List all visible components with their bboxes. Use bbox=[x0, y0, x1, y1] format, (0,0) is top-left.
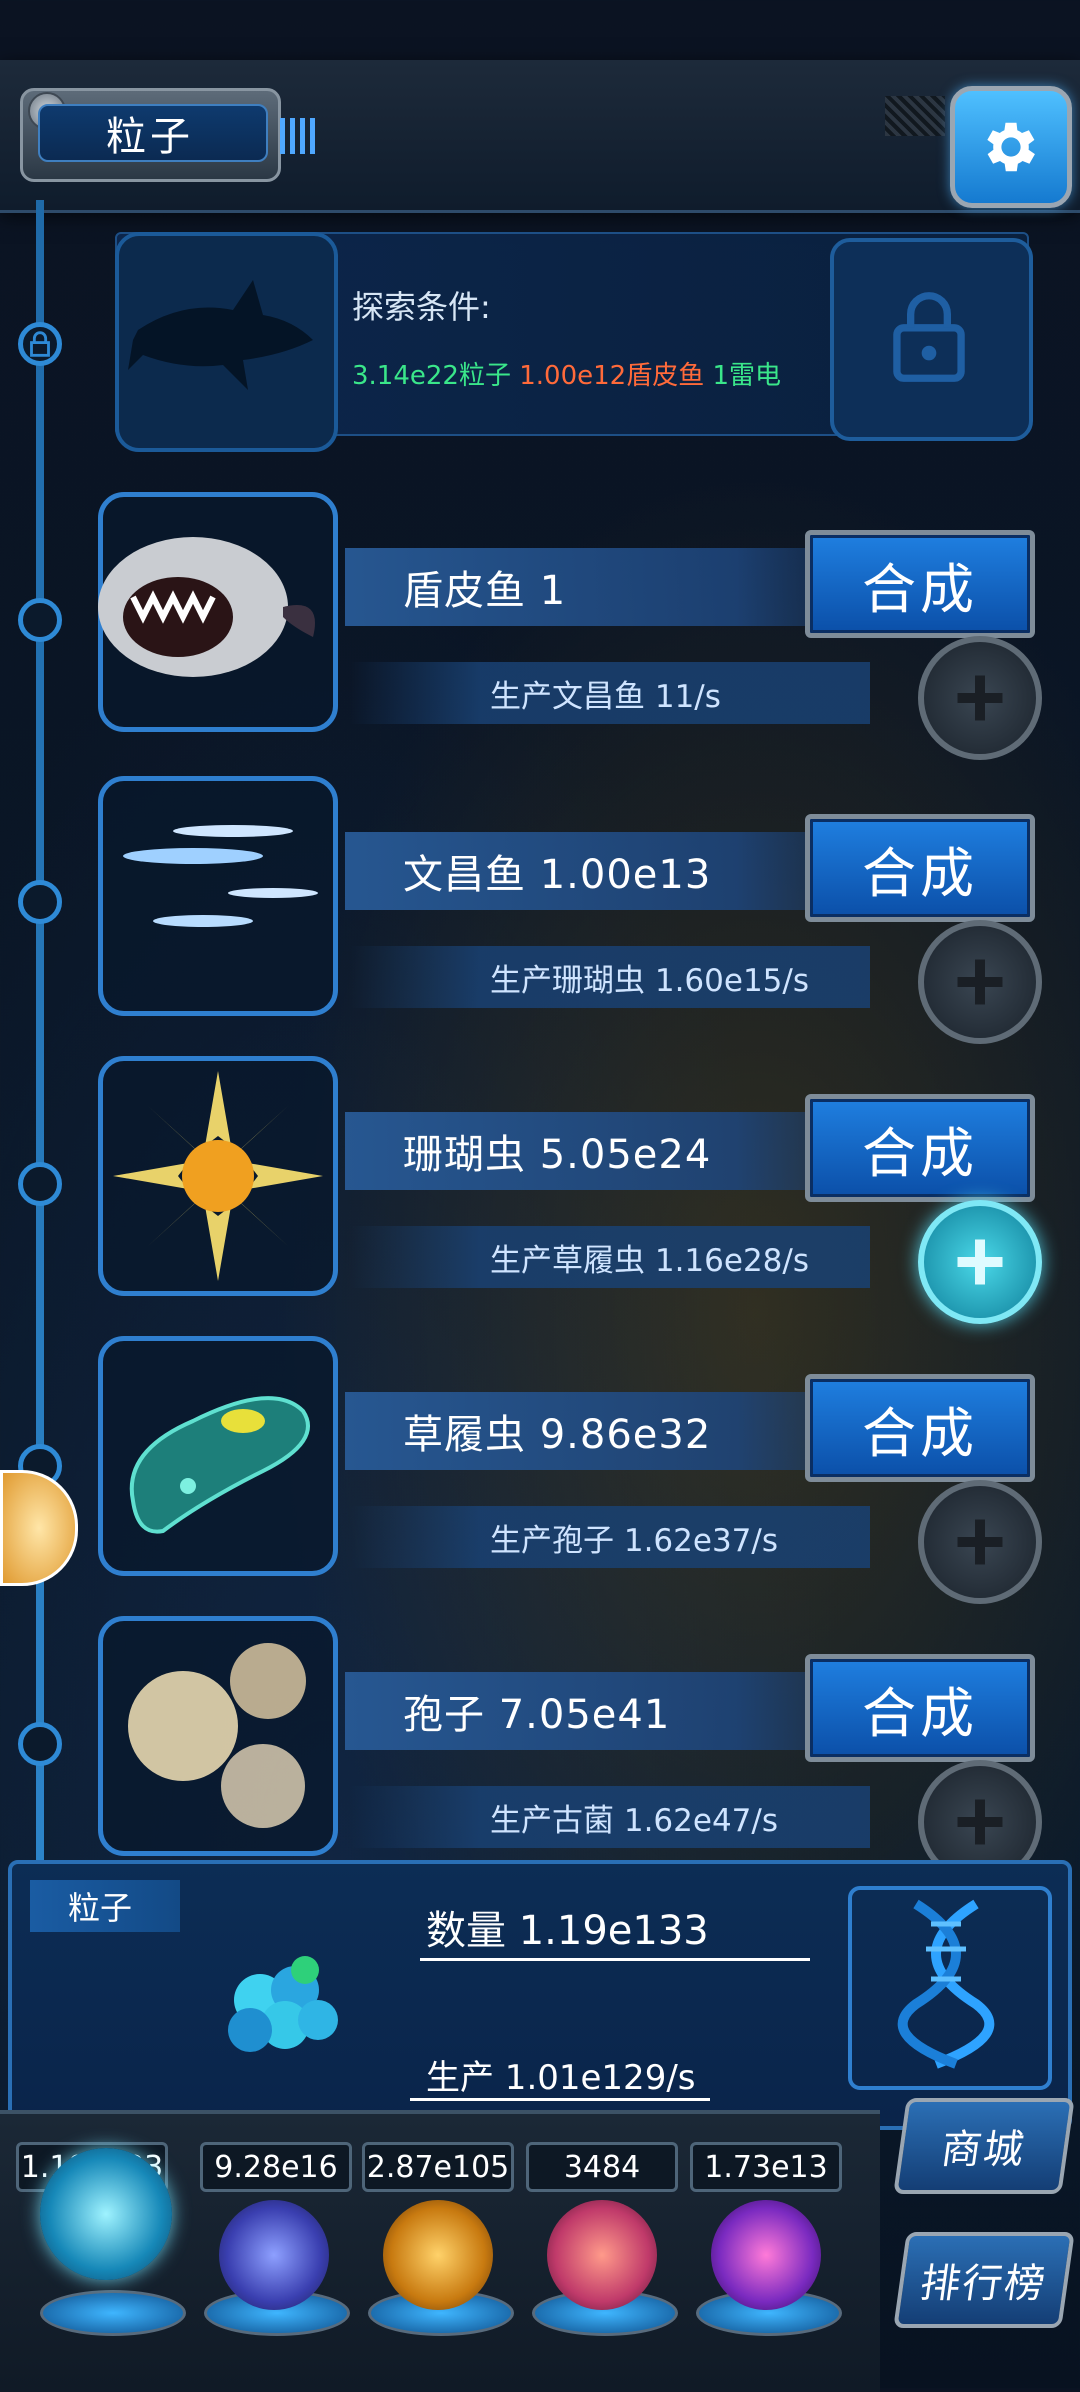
ranking-button[interactable]: 排行榜 bbox=[893, 2232, 1075, 2328]
synthesize-button-paramecium[interactable]: 合成 bbox=[805, 1374, 1035, 1482]
currency-vortex: 1.73e13 bbox=[690, 2142, 842, 2192]
rail-node bbox=[18, 1162, 62, 1206]
gear-icon bbox=[987, 122, 1035, 172]
particle-orb-icon[interactable] bbox=[40, 2148, 172, 2280]
currency-brain: 3484 bbox=[526, 2142, 678, 2192]
paramecium-icon bbox=[129, 1396, 310, 1534]
title-stripes bbox=[280, 118, 320, 154]
orb-pad bbox=[40, 2290, 186, 2336]
creature-production-coral-polyp: 生产草履虫 1.16e28/s bbox=[350, 1226, 870, 1288]
plus-icon bbox=[957, 959, 1003, 1005]
plus-icon bbox=[957, 1519, 1003, 1565]
creature-thumb-spore bbox=[98, 1616, 338, 1856]
particle-quantity: 数量 1.19e133 bbox=[426, 1908, 709, 1954]
rail-node bbox=[18, 880, 62, 924]
particle-molecule-icon bbox=[190, 1930, 390, 2080]
creature-thumb-paramecium bbox=[98, 1336, 338, 1576]
synthesize-button-lancelet[interactable]: 合成 bbox=[805, 814, 1035, 922]
thunder-orb-icon[interactable] bbox=[219, 2200, 329, 2310]
creature-production-placoderm: 生产文昌鱼 11/s bbox=[350, 662, 870, 724]
dna-button[interactable] bbox=[848, 1886, 1052, 2090]
creature-production-spore: 生产古菌 1.62e47/s bbox=[350, 1786, 870, 1848]
plus-icon bbox=[957, 1799, 1003, 1845]
condition-placoderm: 1.00e12盾皮鱼 bbox=[519, 361, 705, 391]
unlock-button[interactable] bbox=[830, 238, 1033, 441]
page-title: 粒子 bbox=[38, 104, 268, 162]
particle-tag: 粒子 bbox=[30, 1880, 180, 1932]
creature-production-paramecium: 生产孢子 1.62e37/s bbox=[350, 1506, 870, 1568]
shark-silhouette-icon bbox=[128, 280, 313, 390]
plus-icon bbox=[957, 1239, 1003, 1285]
dna-icon bbox=[897, 1899, 995, 2069]
settings-button[interactable] bbox=[950, 86, 1072, 208]
placoderm-icon bbox=[98, 537, 315, 677]
currency-thunder: 9.28e16 bbox=[200, 2142, 352, 2192]
quantity-underline bbox=[420, 1958, 810, 1961]
plus-icon bbox=[957, 675, 1003, 721]
vortex-orb-icon[interactable] bbox=[711, 2200, 821, 2310]
spore-icon bbox=[128, 1643, 306, 1828]
condition-thunder: 1雷电 bbox=[712, 361, 782, 391]
synthesize-button-placoderm[interactable]: 合成 bbox=[805, 530, 1035, 638]
condition-particle: 3.14e22粒子 bbox=[352, 361, 511, 391]
shop-button[interactable]: 商城 bbox=[893, 2098, 1075, 2194]
fire-orb-icon[interactable] bbox=[383, 2200, 493, 2310]
floating-gift-widget[interactable] bbox=[0, 1470, 78, 1586]
progress-rail bbox=[36, 200, 44, 1860]
synthesize-button-coral-polyp[interactable]: 合成 bbox=[805, 1094, 1035, 1202]
currency-fire: 2.87e105 bbox=[362, 2142, 514, 2192]
lock-icon bbox=[893, 292, 965, 382]
lancelet-icon bbox=[123, 825, 318, 927]
creature-thumb-lancelet bbox=[98, 776, 338, 1016]
creature-thumb-placoderm bbox=[98, 492, 338, 732]
upgrade-button-lancelet[interactable] bbox=[918, 920, 1042, 1044]
brain-orb-icon[interactable] bbox=[547, 2200, 657, 2310]
production-underline bbox=[410, 2098, 710, 2101]
explore-conditions: 3.14e22粒子 1.00e12盾皮鱼 1雷电 bbox=[352, 355, 781, 392]
coral-polyp-icon bbox=[113, 1071, 323, 1281]
synthesize-button-spore[interactable]: 合成 bbox=[805, 1654, 1035, 1762]
rail-node bbox=[18, 1722, 62, 1766]
upgrade-button-placoderm[interactable] bbox=[918, 636, 1042, 760]
creature-thumb-coral-polyp bbox=[98, 1056, 338, 1296]
locked-creature-thumb bbox=[115, 232, 338, 452]
explore-label: 探索条件: bbox=[352, 288, 491, 326]
upgrade-button-paramecium[interactable] bbox=[918, 1480, 1042, 1604]
vent-grille bbox=[885, 96, 945, 136]
creature-production-lancelet: 生产珊瑚虫 1.60e15/s bbox=[350, 946, 870, 1008]
particle-production: 生产 1.01e129/s bbox=[426, 2058, 696, 2098]
upgrade-button-coral-polyp[interactable] bbox=[918, 1200, 1042, 1324]
lock-node-icon bbox=[18, 322, 62, 366]
